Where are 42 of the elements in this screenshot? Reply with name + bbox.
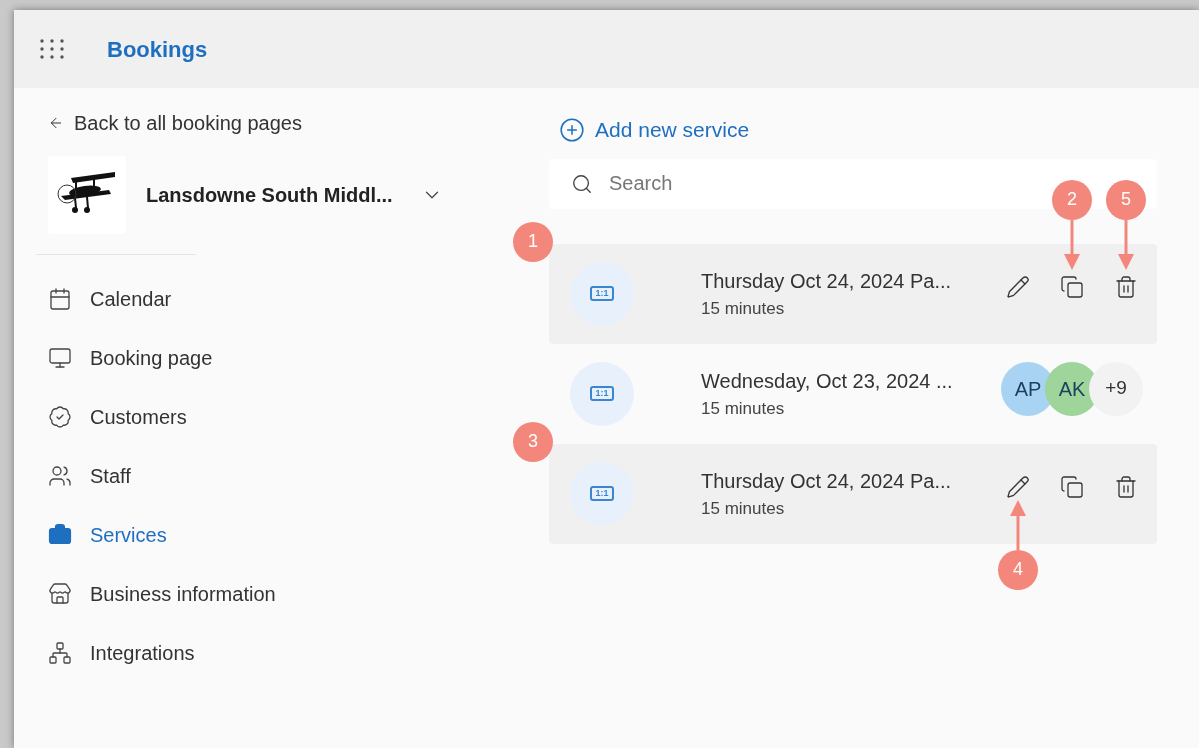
service-row[interactable]: 1:1 Thursday Oct 24, 2024 Pa... 15 minutes xyxy=(549,243,1157,344)
pencil-icon xyxy=(1006,474,1030,499)
app-title: Bookings xyxy=(107,35,208,64)
service-duration: 15 minutes xyxy=(701,297,786,320)
service-duration: 15 minutes xyxy=(701,397,786,420)
copy-icon xyxy=(1060,474,1084,499)
business-name: Lansdowne South Middl... xyxy=(146,183,393,208)
nav-item[interactable]: Integrations xyxy=(48,623,520,682)
callout-badge: 3 xyxy=(513,421,553,462)
add-service-button[interactable]: Add new service xyxy=(559,114,750,146)
service-title: Thursday Oct 24, 2024 Pa... xyxy=(701,468,953,494)
calendar-icon xyxy=(48,286,72,311)
callout-arrow xyxy=(1116,219,1136,270)
storefront-icon xyxy=(48,581,72,606)
nav-item[interactable]: Booking page xyxy=(48,328,520,387)
pencil-icon xyxy=(1006,274,1030,299)
callout-badge: 4 xyxy=(998,549,1038,590)
trash-icon xyxy=(1114,474,1138,499)
service-row[interactable]: 1:1 Thursday Oct 24, 2024 Pa... 15 minutes xyxy=(549,443,1157,544)
callout-badge: 1 xyxy=(513,221,553,262)
service-title: Thursday Oct 24, 2024 Pa... xyxy=(701,268,953,294)
more-staff-count: +9 xyxy=(1089,361,1143,416)
nav-item[interactable]: Business information xyxy=(48,564,520,623)
service-duration: 15 minutes xyxy=(701,497,786,520)
network-icon xyxy=(48,640,72,665)
plus-circle-icon xyxy=(559,116,585,143)
nav-item[interactable]: Services xyxy=(48,505,520,564)
one-on-one-label: 1:1 xyxy=(590,286,614,301)
one-on-one-label: 1:1 xyxy=(590,486,614,501)
trash-icon xyxy=(1114,274,1138,299)
search-icon xyxy=(571,172,593,195)
service-title: Wednesday, Oct 23, 2024 ... xyxy=(701,368,954,394)
monitor-icon xyxy=(48,345,72,370)
callout-arrow xyxy=(1008,499,1028,550)
briefcase-icon xyxy=(48,522,72,547)
people-icon xyxy=(48,463,72,488)
nav-item[interactable]: Calendar xyxy=(48,269,520,328)
one-on-one-label: 1:1 xyxy=(590,386,614,401)
app-launcher-icon[interactable] xyxy=(38,38,66,60)
back-link[interactable]: Back to all booking pages xyxy=(48,108,520,138)
callout-arrow xyxy=(1062,219,1082,270)
copy-icon xyxy=(1060,274,1084,299)
